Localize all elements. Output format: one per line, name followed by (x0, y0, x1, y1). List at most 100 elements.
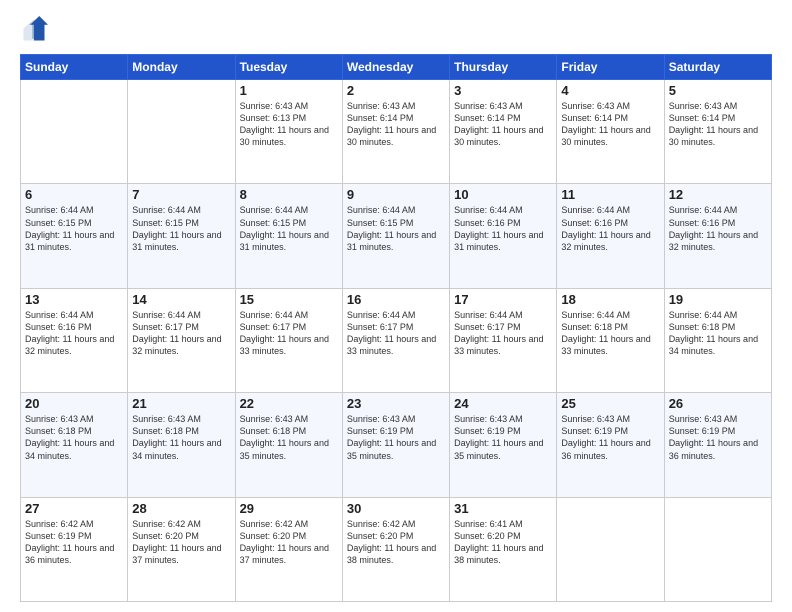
day-info: Sunrise: 6:43 AM Sunset: 6:14 PM Dayligh… (454, 100, 552, 149)
table-row: 5 Sunrise: 6:43 AM Sunset: 6:14 PM Daylig… (664, 80, 771, 184)
table-row: 20 Sunrise: 6:43 AM Sunset: 6:18 PM Dayli… (21, 393, 128, 497)
day-number: 8 (240, 187, 338, 202)
col-tuesday: Tuesday (235, 55, 342, 80)
table-row: 24 Sunrise: 6:43 AM Sunset: 6:19 PM Dayli… (450, 393, 557, 497)
table-row: 19Sunrise: 6:44 AM Sunset: 6:18 PM Dayli… (664, 288, 771, 392)
day-number: 16 (347, 292, 445, 307)
calendar-header-row: Sunday Monday Tuesday Wednesday Thursday… (21, 55, 772, 80)
table-row (21, 80, 128, 184)
day-number: 5 (669, 83, 767, 98)
table-row: 31 Sunrise: 6:41 AM Sunset: 6:20 PM Dayli… (450, 497, 557, 601)
day-number: 17 (454, 292, 552, 307)
day-info: Sunrise: 6:44 AM Sunset: 6:16 PM Dayligh… (25, 309, 123, 358)
day-number: 26 (669, 396, 767, 411)
day-info: Sunrise: 6:43 AM Sunset: 6:14 PM Dayligh… (669, 100, 767, 149)
day-number: 2 (347, 83, 445, 98)
day-info: Sunrise: 6:43 AM Sunset: 6:19 PM Dayligh… (347, 413, 445, 462)
table-row: 13 Sunrise: 6:44 AM Sunset: 6:16 PM Dayli… (21, 288, 128, 392)
day-number: 9 (347, 187, 445, 202)
table-row: 6 Sunrise: 6:44 AM Sunset: 6:15 PM Daylig… (21, 184, 128, 288)
table-row: 9 Sunrise: 6:44 AM Sunset: 6:15 PM Daylig… (342, 184, 449, 288)
table-row: 25Sunrise: 6:43 AM Sunset: 6:19 PM Dayli… (557, 393, 664, 497)
day-info: Sunrise: 6:43 AM Sunset: 6:19 PM Dayligh… (454, 413, 552, 462)
table-row: 29Sunrise: 6:42 AM Sunset: 6:20 PM Dayli… (235, 497, 342, 601)
day-number: 23 (347, 396, 445, 411)
table-row: 7 Sunrise: 6:44 AM Sunset: 6:15 PM Daylig… (128, 184, 235, 288)
day-number: 27 (25, 501, 123, 516)
day-number: 18 (561, 292, 659, 307)
day-number: 11 (561, 187, 659, 202)
calendar-week-row: 13 Sunrise: 6:44 AM Sunset: 6:16 PM Dayli… (21, 288, 772, 392)
calendar-week-row: 27 Sunrise: 6:42 AM Sunset: 6:19 PM Dayli… (21, 497, 772, 601)
table-row: 27 Sunrise: 6:42 AM Sunset: 6:19 PM Dayli… (21, 497, 128, 601)
day-number: 20 (25, 396, 123, 411)
table-row: 28 Sunrise: 6:42 AM Sunset: 6:20 PM Dayli… (128, 497, 235, 601)
day-number: 15 (240, 292, 338, 307)
day-number: 21 (132, 396, 230, 411)
day-number: 22 (240, 396, 338, 411)
calendar-week-row: 20 Sunrise: 6:43 AM Sunset: 6:18 PM Dayli… (21, 393, 772, 497)
day-number: 24 (454, 396, 552, 411)
day-number: 13 (25, 292, 123, 307)
table-row: 15Sunrise: 6:44 AM Sunset: 6:17 PM Dayli… (235, 288, 342, 392)
table-row (128, 80, 235, 184)
day-info: Sunrise: 6:44 AM Sunset: 6:16 PM Dayligh… (669, 204, 767, 253)
day-number: 12 (669, 187, 767, 202)
day-info: Sunrise: 6:44 AM Sunset: 6:18 PM Dayligh… (561, 309, 659, 358)
day-info: Sunrise: 6:43 AM Sunset: 6:14 PM Dayligh… (561, 100, 659, 149)
day-info: Sunrise: 6:44 AM Sunset: 6:17 PM Dayligh… (347, 309, 445, 358)
logo (20, 16, 52, 44)
day-number: 28 (132, 501, 230, 516)
day-info: Sunrise: 6:42 AM Sunset: 6:20 PM Dayligh… (240, 518, 338, 567)
day-info: Sunrise: 6:42 AM Sunset: 6:19 PM Dayligh… (25, 518, 123, 567)
table-row: 4 Sunrise: 6:43 AM Sunset: 6:14 PM Daylig… (557, 80, 664, 184)
table-row: 16 Sunrise: 6:44 AM Sunset: 6:17 PM Dayli… (342, 288, 449, 392)
day-info: Sunrise: 6:41 AM Sunset: 6:20 PM Dayligh… (454, 518, 552, 567)
day-number: 6 (25, 187, 123, 202)
day-number: 31 (454, 501, 552, 516)
day-number: 1 (240, 83, 338, 98)
day-info: Sunrise: 6:44 AM Sunset: 6:16 PM Dayligh… (561, 204, 659, 253)
page: Sunday Monday Tuesday Wednesday Thursday… (0, 0, 792, 612)
calendar-table: Sunday Monday Tuesday Wednesday Thursday… (20, 54, 772, 602)
table-row (557, 497, 664, 601)
table-row: 3 Sunrise: 6:43 AM Sunset: 6:14 PM Daylig… (450, 80, 557, 184)
day-info: Sunrise: 6:44 AM Sunset: 6:15 PM Dayligh… (25, 204, 123, 253)
table-row: 10Sunrise: 6:44 AM Sunset: 6:16 PM Dayli… (450, 184, 557, 288)
header (20, 16, 772, 44)
day-info: Sunrise: 6:44 AM Sunset: 6:15 PM Dayligh… (347, 204, 445, 253)
day-info: Sunrise: 6:44 AM Sunset: 6:15 PM Dayligh… (240, 204, 338, 253)
col-wednesday: Wednesday (342, 55, 449, 80)
day-number: 30 (347, 501, 445, 516)
day-info: Sunrise: 6:42 AM Sunset: 6:20 PM Dayligh… (347, 518, 445, 567)
day-info: Sunrise: 6:44 AM Sunset: 6:15 PM Dayligh… (132, 204, 230, 253)
table-row: 17 Sunrise: 6:44 AM Sunset: 6:17 PM Dayli… (450, 288, 557, 392)
col-friday: Friday (557, 55, 664, 80)
col-monday: Monday (128, 55, 235, 80)
day-info: Sunrise: 6:43 AM Sunset: 6:18 PM Dayligh… (132, 413, 230, 462)
day-number: 19 (669, 292, 767, 307)
calendar-week-row: 1 Sunrise: 6:43 AM Sunset: 6:13 PM Daylig… (21, 80, 772, 184)
day-number: 7 (132, 187, 230, 202)
col-thursday: Thursday (450, 55, 557, 80)
day-info: Sunrise: 6:44 AM Sunset: 6:17 PM Dayligh… (132, 309, 230, 358)
day-number: 14 (132, 292, 230, 307)
day-number: 3 (454, 83, 552, 98)
table-row: 21 Sunrise: 6:43 AM Sunset: 6:18 PM Dayli… (128, 393, 235, 497)
day-info: Sunrise: 6:44 AM Sunset: 6:17 PM Dayligh… (454, 309, 552, 358)
table-row: 2Sunrise: 6:43 AM Sunset: 6:14 PM Daylig… (342, 80, 449, 184)
day-info: Sunrise: 6:42 AM Sunset: 6:20 PM Dayligh… (132, 518, 230, 567)
table-row: 26 Sunrise: 6:43 AM Sunset: 6:19 PM Dayli… (664, 393, 771, 497)
day-number: 4 (561, 83, 659, 98)
table-row: 22 Sunrise: 6:43 AM Sunset: 6:18 PM Dayli… (235, 393, 342, 497)
day-info: Sunrise: 6:43 AM Sunset: 6:19 PM Dayligh… (669, 413, 767, 462)
table-row: 12 Sunrise: 6:44 AM Sunset: 6:16 PM Dayli… (664, 184, 771, 288)
day-info: Sunrise: 6:43 AM Sunset: 6:13 PM Dayligh… (240, 100, 338, 149)
table-row (664, 497, 771, 601)
day-info: Sunrise: 6:43 AM Sunset: 6:18 PM Dayligh… (25, 413, 123, 462)
calendar-week-row: 6 Sunrise: 6:44 AM Sunset: 6:15 PM Daylig… (21, 184, 772, 288)
day-number: 10 (454, 187, 552, 202)
table-row: 14 Sunrise: 6:44 AM Sunset: 6:17 PM Dayli… (128, 288, 235, 392)
table-row: 1 Sunrise: 6:43 AM Sunset: 6:13 PM Daylig… (235, 80, 342, 184)
day-info: Sunrise: 6:43 AM Sunset: 6:18 PM Dayligh… (240, 413, 338, 462)
